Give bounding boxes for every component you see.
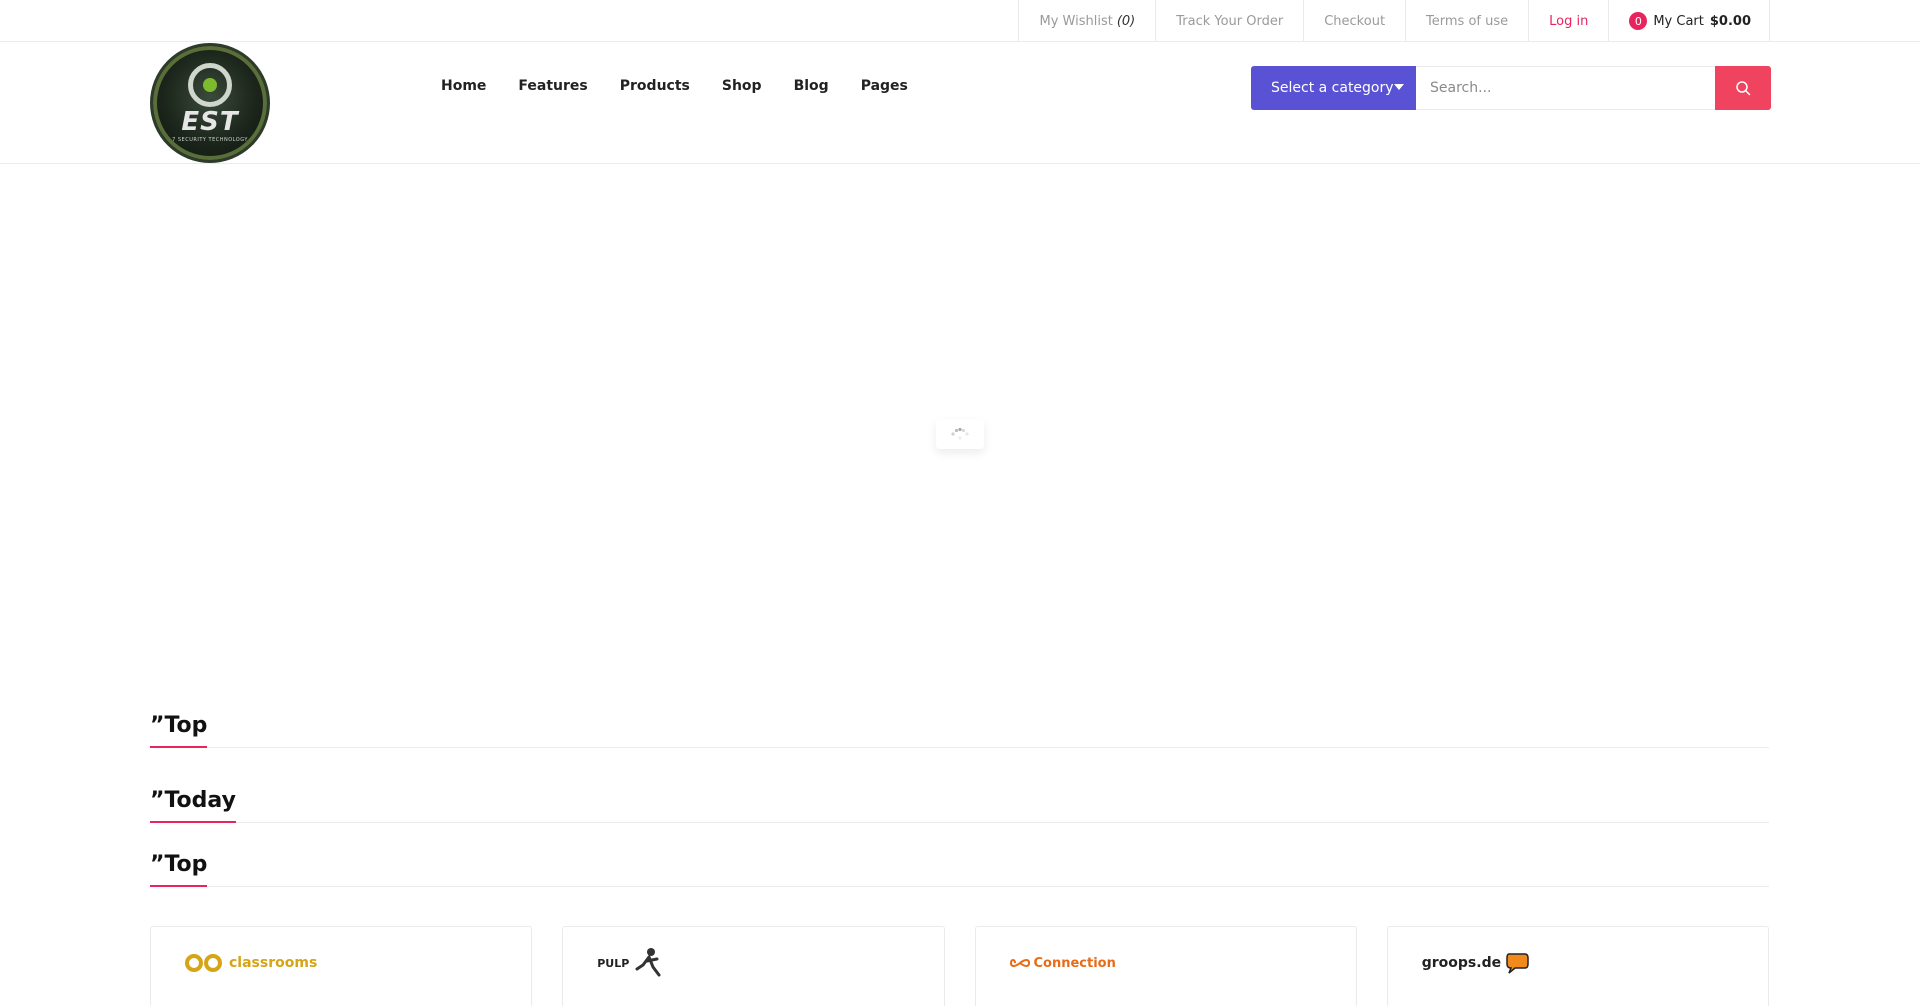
camera-lens-icon <box>188 63 232 107</box>
nav-blog[interactable]: Blog <box>794 78 829 94</box>
cart-label: My Cart <box>1653 13 1704 29</box>
search-icon <box>1736 81 1751 96</box>
wishlist-count: (0) <box>1116 13 1136 29</box>
wishlist-link[interactable]: My Wishlist (0) <box>1018 0 1155 42</box>
search-button[interactable] <box>1715 66 1771 110</box>
brand-name: PULP <box>597 956 630 970</box>
brand-card[interactable]: PULP <box>562 926 945 1006</box>
brand-card[interactable]: groops.de <box>1386 926 1769 1006</box>
nav-products[interactable]: Products <box>620 78 690 94</box>
wishlist-label: My Wishlist <box>1039 13 1113 29</box>
login-link[interactable]: Log in <box>1528 0 1608 42</box>
terms-link[interactable]: Terms of use <box>1405 0 1528 42</box>
caret-down-icon <box>1394 84 1404 90</box>
section-title: ”Top <box>150 852 208 887</box>
main-nav: Home Features Products Shop Blog Pages <box>441 78 908 94</box>
search-bar: Select a category <box>1251 66 1771 110</box>
nav-home[interactable]: Home <box>441 78 486 94</box>
category-select[interactable]: Select a category <box>1251 66 1416 110</box>
top-links: My Wishlist (0) Track Your Order Checkou… <box>1018 0 1770 42</box>
checkout-link[interactable]: Checkout <box>1303 0 1405 42</box>
logo-text: EST <box>181 107 239 137</box>
brand-name: classrooms <box>229 955 318 971</box>
cart-count-badge: 0 <box>1629 12 1648 30</box>
brand-name: Connection <box>1033 955 1116 971</box>
section-title: ”Top <box>150 713 208 748</box>
top-bar: My Wishlist (0) Track Your Order Checkou… <box>0 0 1920 42</box>
section-top-2: ”Top <box>150 852 1769 887</box>
brand-logo: PULP <box>597 945 909 981</box>
cart-link[interactable]: 0 My Cart $0.00 <box>1608 0 1770 42</box>
brand-list: classrooms PULP Connection groops.de <box>150 926 1769 1006</box>
brand-logo: classrooms <box>185 945 497 981</box>
brand-card[interactable]: Connection <box>974 926 1357 1006</box>
classrooms-logo-icon <box>185 954 222 972</box>
cart-total: $0.00 <box>1709 13 1751 29</box>
brand-logo: Connection <box>1009 945 1322 981</box>
section-top-1: ”Top <box>150 713 1769 748</box>
category-select-label: Select a category <box>1271 80 1394 96</box>
track-order-link[interactable]: Track Your Order <box>1155 0 1303 42</box>
loading-spinner <box>936 419 984 449</box>
section-title: ”Today <box>150 788 236 823</box>
header: EST 7 SECURITY TECHNOLOGY Home Features … <box>0 42 1920 164</box>
runner-figure-icon <box>635 948 661 977</box>
brand-card[interactable]: classrooms <box>150 926 533 1006</box>
speech-bubble-icon <box>1506 953 1529 974</box>
search-input[interactable] <box>1416 66 1715 110</box>
site-logo[interactable]: EST 7 SECURITY TECHNOLOGY <box>150 43 270 163</box>
section-today: ”Today <box>150 788 1769 823</box>
nav-shop[interactable]: Shop <box>722 78 762 94</box>
nav-features[interactable]: Features <box>518 78 587 94</box>
brand-logo: groops.de <box>1422 945 1734 981</box>
logo-subtext: 7 SECURITY TECHNOLOGY <box>172 137 248 143</box>
brand-name: groops.de <box>1421 955 1502 971</box>
nav-pages[interactable]: Pages <box>861 78 908 94</box>
infinity-icon <box>1009 959 1030 967</box>
spinner-icon <box>951 427 969 440</box>
